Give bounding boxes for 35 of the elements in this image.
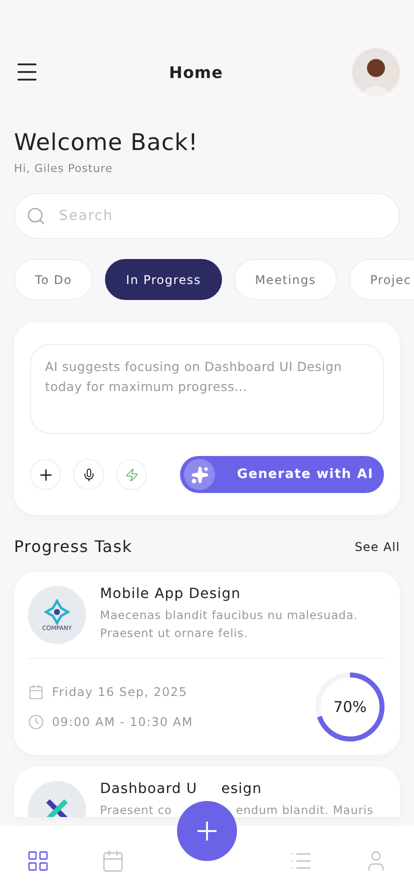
task-time: 09:00 AM - 10:30 AM (52, 715, 194, 729)
progress-percent: 70% (333, 698, 367, 716)
filter-tab[interactable]: Projec (349, 259, 414, 300)
sparkle-icon (190, 466, 208, 484)
task-description: endum blandit. Mauris (236, 802, 374, 817)
task-title: Mobile App Design (100, 586, 241, 602)
see-all-link[interactable]: See All (354, 540, 400, 554)
filter-tab[interactable]: In Progress (105, 259, 222, 300)
search-icon (26, 206, 46, 226)
avatar[interactable] (352, 48, 400, 96)
clock-icon (28, 714, 44, 730)
logo-icon (44, 598, 70, 624)
task-description: Praesent co (100, 802, 172, 817)
task-description: Maecenas blandit faucibus nu malesuada. Praesent ut ornare felis. (100, 607, 359, 642)
logo-icon (44, 797, 70, 817)
page-title: Home (169, 62, 223, 82)
add-button[interactable] (30, 459, 61, 490)
lightning-icon (124, 468, 138, 482)
microphone-button[interactable] (73, 459, 104, 490)
filter-tab[interactable]: Meetings (234, 259, 338, 300)
search-field[interactable]: Search (14, 193, 400, 239)
task-title: Dashboard U (100, 781, 198, 797)
greeting-text: Hi, Giles Posture (14, 162, 114, 175)
task-card[interactable]: Dashboard U esign Praesent co endum blandit. Mauris (14, 767, 400, 817)
progress-ring (314, 671, 386, 743)
generate-button[interactable]: Generate with AI (180, 456, 384, 493)
welcome-heading: Welcome Back! (14, 130, 200, 156)
task-title: esign (221, 781, 262, 797)
prompt-field[interactable]: AI suggests focusing on Dashboard UI Design today for maximum progress... (30, 344, 384, 434)
grid-nav-button[interactable] (26, 849, 50, 873)
filter-tab[interactable]: To Do (14, 259, 94, 300)
microphone-icon (82, 468, 96, 482)
task-date: Friday 16 Sep, 2025 (52, 685, 188, 699)
calendar-icon (28, 684, 44, 700)
section-title: Progress Task (14, 537, 132, 556)
